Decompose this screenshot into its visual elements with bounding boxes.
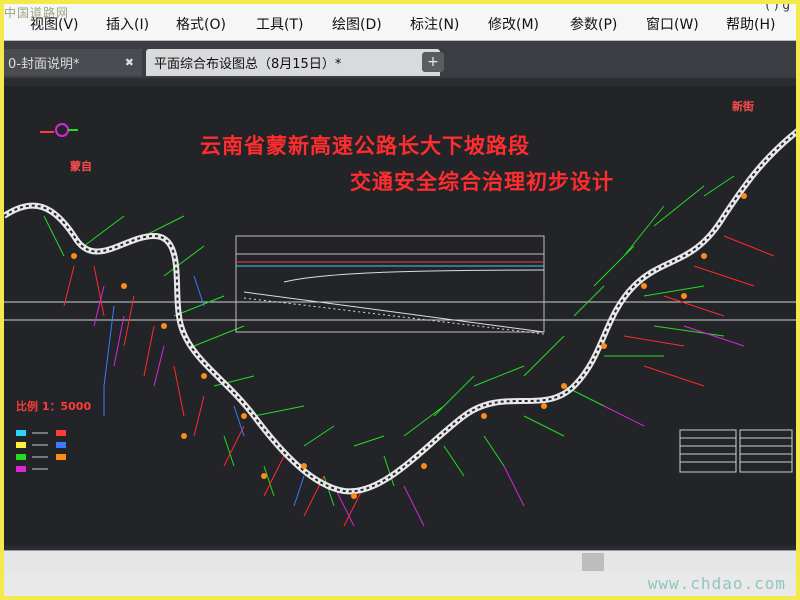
tab-cover-notes[interactable]: 0-封面说明* ✖ bbox=[4, 49, 142, 76]
menu-tools[interactable]: 工具(T) bbox=[256, 14, 303, 34]
tab-plan-layout[interactable]: 平面综合布设图总（8月15日）* ✖ bbox=[146, 49, 440, 76]
horizontal-scrollbar[interactable] bbox=[4, 550, 796, 573]
legend-block bbox=[16, 430, 66, 472]
scale-label: 比例 1：5000 bbox=[16, 400, 92, 413]
end-label: 新街 bbox=[732, 100, 754, 113]
status-bar: www.chdao.com bbox=[4, 572, 796, 596]
menu-insert[interactable]: 插入(I) bbox=[106, 14, 149, 34]
drawing-title-line1: 云南省蒙新高速公路长大下坡路段 bbox=[200, 133, 530, 158]
tab-label: 平面综合布设图总（8月15日）* bbox=[154, 57, 342, 72]
marker-dots bbox=[71, 193, 747, 499]
annotation-lines-magenta bbox=[93, 285, 745, 527]
window-title-fragment: ( ) g bbox=[765, 4, 790, 12]
app-window: 中国道路网 ( ) g 视图(V) 插入(I) 格式(O) 工具(T) 绘图(D… bbox=[4, 4, 796, 596]
start-label: 蒙自 bbox=[70, 160, 92, 173]
menu-modify[interactable]: 修改(M) bbox=[488, 14, 539, 34]
menu-format[interactable]: 格式(O) bbox=[176, 14, 226, 34]
tab-label: 0-封面说明* bbox=[8, 57, 80, 72]
quantity-tables bbox=[679, 429, 793, 473]
drawing-canvas[interactable]: 云南省蒙新高速公路长大下坡路段 交通安全综合治理初步设计 蒙自 新街 比例 1：… bbox=[4, 86, 796, 546]
longitudinal-profile-panel bbox=[235, 235, 545, 335]
site-watermark: www.chdao.com bbox=[647, 574, 786, 593]
document-tab-bar: 0-封面说明* ✖ 平面综合布设图总（8月15日）* ✖ + bbox=[4, 41, 796, 78]
north-arrow-icon bbox=[40, 123, 78, 137]
annotation-lines-blue bbox=[103, 275, 305, 507]
menu-bar: 中国道路网 ( ) g 视图(V) 插入(I) 格式(O) 工具(T) 绘图(D… bbox=[4, 4, 796, 41]
menu-dimension[interactable]: 标注(N) bbox=[410, 14, 459, 34]
annotation-lines-red bbox=[63, 235, 775, 527]
close-icon[interactable]: ✖ bbox=[125, 56, 134, 69]
menu-draw[interactable]: 绘图(D) bbox=[332, 14, 382, 34]
drawing-title-line2: 交通安全综合治理初步设计 bbox=[350, 169, 614, 194]
menu-view[interactable]: 视图(V) bbox=[30, 14, 79, 34]
scrollbar-thumb[interactable] bbox=[582, 553, 604, 571]
menu-window[interactable]: 窗口(W) bbox=[646, 14, 699, 34]
menu-parametric[interactable]: 参数(P) bbox=[570, 14, 617, 34]
new-tab-button[interactable]: + bbox=[422, 52, 444, 72]
annotation-lines-green bbox=[43, 175, 735, 507]
menu-help[interactable]: 帮助(H) bbox=[726, 14, 775, 34]
